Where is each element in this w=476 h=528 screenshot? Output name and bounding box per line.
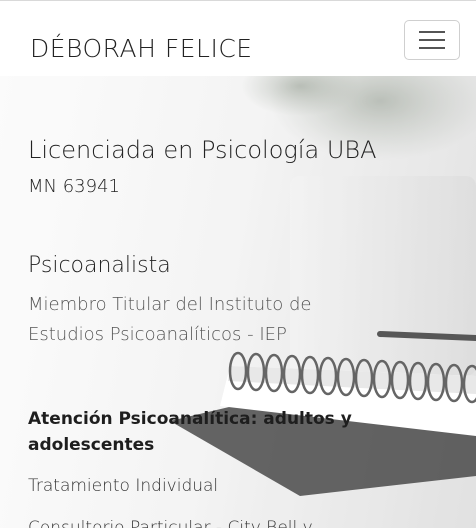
brand-name[interactable]: DÉBORAH FELICE bbox=[30, 34, 253, 63]
membership-text: Miembro Titular del Instituto de Estudio… bbox=[28, 294, 312, 345]
service-heading: Atención Psicoanalítica: adultos y adole… bbox=[28, 409, 352, 455]
menu-toggle-button[interactable] bbox=[404, 20, 460, 60]
navbar: DÉBORAH FELICE bbox=[0, 0, 476, 76]
license-number: MN 63941 bbox=[28, 176, 120, 197]
hamburger-menu-icon bbox=[419, 39, 445, 41]
hamburger-menu-icon bbox=[419, 47, 445, 49]
office-text: Consultorio Particular - City Bell y bbox=[28, 518, 313, 528]
hamburger-menu-icon bbox=[419, 31, 445, 33]
treatment-text: Tratamiento Individual bbox=[28, 476, 219, 496]
hero-title: Licenciada en Psicología UBA bbox=[28, 136, 377, 164]
role-heading: Psicoanalista bbox=[28, 253, 171, 278]
hero-section: Licenciada en Psicología UBA MN 63941 Ps… bbox=[0, 76, 476, 528]
